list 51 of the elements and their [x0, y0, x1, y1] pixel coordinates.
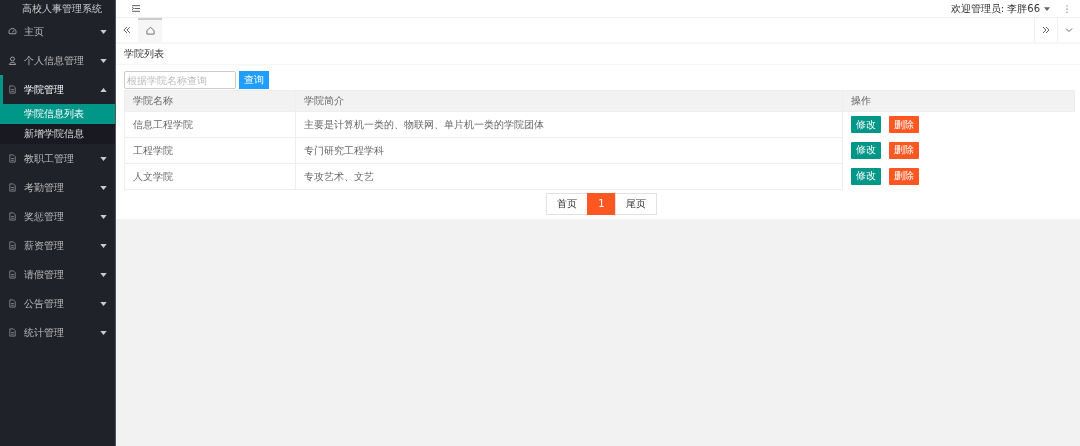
sidebar-item[interactable]: 请假管理: [0, 260, 115, 289]
sidebar-item[interactable]: 奖惩管理: [0, 202, 115, 231]
caret-down-icon: [100, 58, 107, 63]
caret-down-icon: [100, 330, 107, 335]
app-title: 高校人事管理系统: [21, 2, 103, 16]
column-header: 操作: [842, 90, 1075, 112]
document-icon: [8, 85, 17, 94]
sidebar-item[interactable]: 教职工管理: [0, 144, 115, 173]
sidebar-subitem[interactable]: 新增学院信息: [0, 124, 115, 144]
table-cell: 专门研究工程学科: [295, 137, 843, 164]
column-header: 学院简介: [295, 90, 843, 112]
edit-button[interactable]: 修改: [851, 116, 881, 133]
table-cell: 信息工程学院: [124, 111, 296, 138]
document-icon: [8, 299, 17, 308]
home-icon: [145, 25, 155, 35]
document-icon: [8, 241, 17, 250]
edit-button[interactable]: 修改: [851, 141, 881, 159]
menu-icon[interactable]: [132, 5, 140, 12]
user-icon: [8, 56, 17, 65]
table-cell: 人文学院: [124, 163, 296, 190]
caret-up-icon: [100, 87, 107, 92]
table-cell: 专攻艺术、文艺: [295, 163, 843, 190]
sidebar-item[interactable]: 薪资管理: [0, 231, 115, 260]
document-icon: [8, 212, 17, 221]
sidebar-item[interactable]: 主页: [0, 17, 115, 46]
dashboard-icon: [8, 27, 17, 36]
table-cell: 主要是计算机一类的、物联网、单片机一类的学院团体: [295, 111, 843, 138]
edit-button[interactable]: 修改: [851, 167, 881, 185]
table-cell: 工程学院: [124, 137, 296, 164]
page-button[interactable]: 尾页: [614, 193, 657, 215]
caret-down-icon: [1044, 6, 1050, 11]
caret-down-icon: [100, 272, 107, 277]
sidebar-item[interactable]: 公告管理: [0, 289, 115, 318]
caret-down-icon: [100, 29, 107, 34]
sidebar-item[interactable]: 个人信息管理: [0, 46, 115, 75]
column-header: 学院名称: [124, 90, 296, 112]
document-icon: [8, 154, 17, 163]
document-icon: [8, 328, 17, 337]
document-icon: [8, 270, 17, 279]
sidebar-subitem[interactable]: 学院信息列表: [0, 104, 115, 124]
caret-down-icon: [100, 214, 107, 219]
sidebar-item[interactable]: 学院管理: [0, 75, 115, 104]
sidebar-item[interactable]: 统计管理: [0, 318, 115, 347]
caret-down-icon: [100, 156, 107, 161]
caret-down-icon: [100, 301, 107, 306]
caret-down-icon: [100, 243, 107, 248]
page-title: 学院列表: [116, 44, 1080, 65]
caret-down-icon: [100, 185, 107, 190]
document-icon: [8, 183, 17, 192]
sidebar-item[interactable]: 考勤管理: [0, 173, 115, 202]
user-menu[interactable]: 欢迎管理员: 李胖66: [950, 1, 1040, 16]
